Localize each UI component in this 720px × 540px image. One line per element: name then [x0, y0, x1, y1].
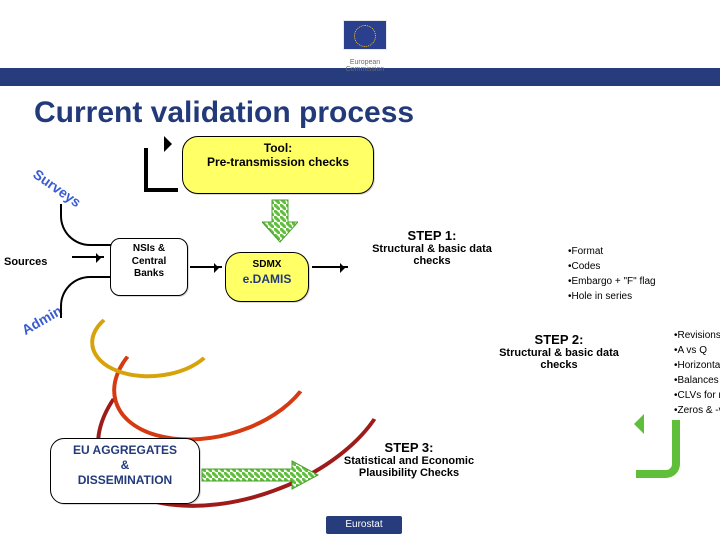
bullet: Balances [674, 373, 720, 388]
nsi-l3: Banks [111, 268, 187, 281]
bullet: Hole in series [568, 289, 720, 304]
eu-flag-icon [343, 20, 387, 50]
step2-bullets: Revisions A vs Q Horizontal checks Balan… [634, 328, 720, 418]
page-title: Current validation process [34, 96, 414, 130]
footer-badge: Eurostat [326, 516, 402, 534]
step1-title: STEP 1: [352, 228, 512, 243]
bullet: Zeros & -ve values [674, 403, 720, 418]
bullet: A vs Q [674, 343, 720, 358]
eu-aggregates-card: EU AGGREGATES & DISSEMINATION [50, 438, 200, 504]
tool-body: Pre-transmission checks [183, 155, 373, 173]
step1-bullets: Format Codes Embargo + "F" flag Hole in … [528, 244, 720, 304]
org-line2: Commission [346, 66, 385, 73]
step2-title: STEP 2: [484, 332, 634, 347]
edamis-card: SDMX e.DAMIS [225, 252, 309, 302]
bullet: Format [568, 244, 720, 259]
admin-label: Admin [19, 302, 65, 338]
euagg-l1: EU AGGREGATES [51, 443, 199, 458]
step1-sub: Structural & basic data checks [352, 243, 512, 267]
striped-right-arrow-icon [200, 460, 320, 490]
tool-label: Tool: [183, 137, 373, 155]
tool-card: Tool: Pre-transmission checks [182, 136, 374, 194]
slide-canvas: EuropeanCommission Current validation pr… [0, 0, 720, 540]
nsi-card: NSIs & Central Banks [110, 238, 188, 296]
bullet: Codes [568, 259, 720, 274]
euagg-l2: & [51, 458, 199, 473]
bullet: Horizontal checks [674, 358, 720, 373]
return-arrow-icon [144, 148, 178, 192]
edamis-label: e.DAMIS [226, 272, 308, 290]
step2-sub: Structural & basic data checks [484, 347, 634, 371]
bullet: CLVs for ref year [674, 388, 720, 403]
ec-logo: EuropeanCommission [335, 20, 395, 74]
step2-block: STEP 2: Structural & basic data checks [484, 332, 634, 371]
org-line1: European [350, 59, 380, 66]
sources-label: Sources [4, 256, 47, 268]
bullet: Revisions [674, 328, 720, 343]
nsi-to-edamis-arrow-icon [190, 266, 222, 268]
euagg-l3: DISSEMINATION [51, 473, 199, 488]
striped-down-arrow-icon [262, 198, 298, 244]
nsi-l1: NSIs & [111, 243, 187, 256]
step3-sub: Statistical and Economic Plausibility Ch… [324, 455, 494, 479]
sdmx-label: SDMX [226, 255, 308, 270]
nsi-l2: Central [111, 256, 187, 269]
edamis-to-step1-arrow-icon [312, 266, 348, 268]
bullet: Embargo + "F" flag [568, 274, 720, 289]
green-hook-arrow-icon [636, 420, 680, 478]
sources-arrow-icon [72, 256, 104, 258]
step1-block: STEP 1: Structural & basic data checks [352, 228, 512, 267]
